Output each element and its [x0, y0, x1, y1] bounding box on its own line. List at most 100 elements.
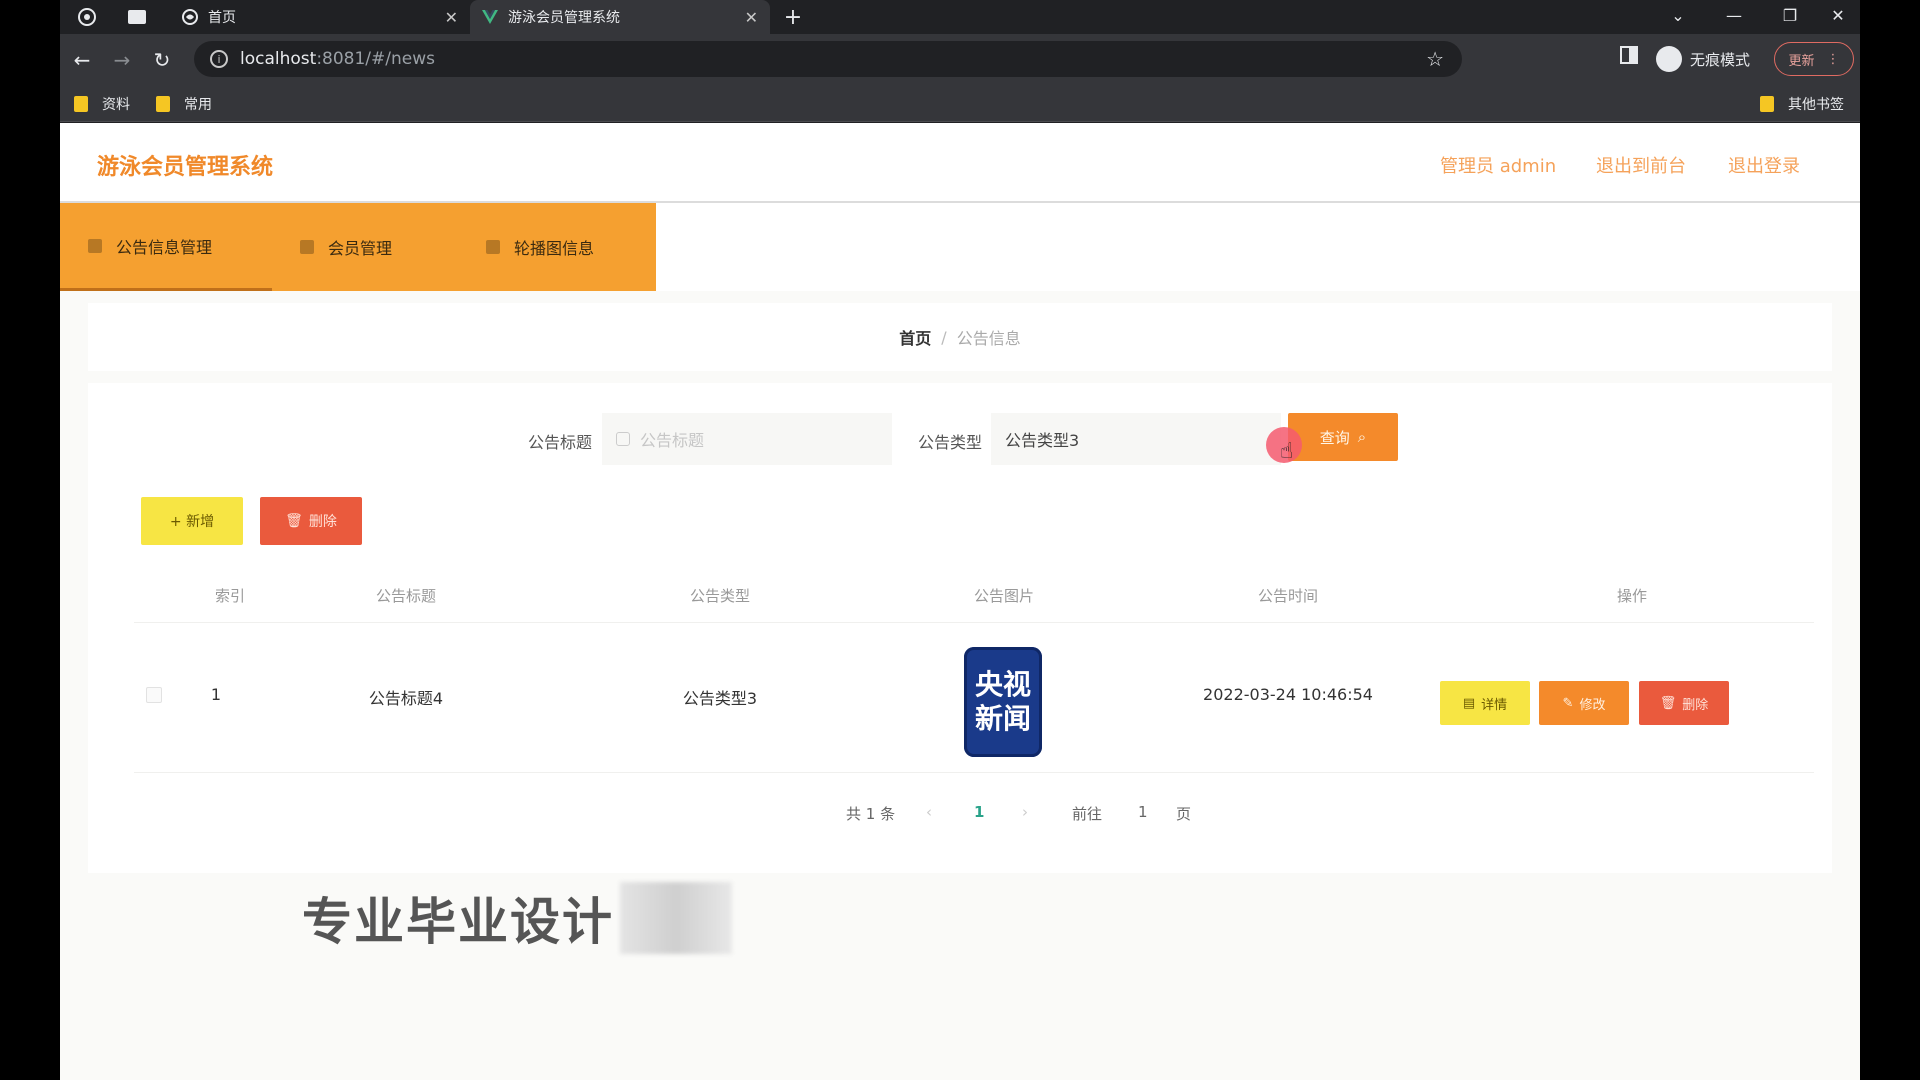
query-button[interactable]: 查询 ⌕	[1288, 413, 1398, 461]
delete-label: 删除	[1682, 697, 1709, 713]
trash-icon: 🗑	[285, 513, 303, 529]
restore-icon[interactable]: ❐	[1772, 0, 1808, 30]
other-bookmarks[interactable]: 其他书签	[1760, 94, 1844, 114]
bookmark-label: 其他书签	[1788, 97, 1844, 113]
address-bar[interactable]: i localhost :8081/#/news ☆	[194, 41, 1462, 77]
header-index: 索引	[214, 587, 246, 605]
add-button[interactable]: + 新增	[141, 497, 243, 545]
breadcrumb: 首页 / 公告信息	[88, 303, 1832, 371]
reload-icon[interactable]: ↻	[148, 46, 176, 74]
prev-page-icon[interactable]: ‹	[926, 803, 932, 821]
watermark-text: 专业毕业设计	[302, 893, 614, 951]
carousel-icon	[486, 240, 500, 254]
globe-icon	[182, 9, 198, 25]
window-close-icon[interactable]: ✕	[1820, 0, 1856, 30]
logout-link[interactable]: 退出登录	[1728, 152, 1800, 178]
image-text-line2: 新闻	[974, 702, 1031, 735]
next-page-icon[interactable]: ›	[1022, 803, 1028, 821]
browser-menu-icon[interactable]	[74, 4, 100, 30]
folder-icon	[74, 96, 88, 112]
admin-user-label: 管理员 admin	[1440, 156, 1557, 177]
blurred-region	[620, 882, 732, 954]
pagination: 共 1 条 ‹ 1 › 前往 1 页	[88, 803, 1832, 833]
tab-label: 首页	[208, 10, 236, 26]
tab-app[interactable]: 游泳会员管理系统 ✕	[470, 0, 770, 34]
tab-home[interactable]: 首页 ✕	[170, 0, 470, 34]
pagination-current[interactable]: 1	[974, 803, 984, 821]
minimize-icon[interactable]: —	[1716, 0, 1752, 30]
pencil-icon: ✎	[1562, 695, 1574, 711]
tab-strip: 首页 ✕ 游泳会员管理系统 ✕ + ⌄ — ❐ ✕	[60, 0, 1860, 34]
bookmark-folder[interactable]: 常用	[156, 94, 212, 114]
bookmark-label: 常用	[184, 97, 212, 113]
cell-title: 公告标题4	[368, 689, 444, 708]
search-type-input[interactable]: 公告类型3	[991, 413, 1281, 465]
browser-window: 首页 ✕ 游泳会员管理系统 ✕ + ⌄ — ❐ ✕ ← → ↻ i localh…	[60, 0, 1860, 1080]
search-type-label: 公告类型	[918, 433, 983, 452]
tab-search-icon[interactable]	[124, 4, 150, 30]
forward-arrow-icon[interactable]: →	[108, 46, 136, 74]
url-path: :8081/#/news	[316, 49, 435, 69]
main-card: 公告标题 公告标题 公告类型 公告类型3 查询 ⌕ ☝ + 新增 🗑 删除 索引…	[88, 383, 1832, 873]
header-ops: 操作	[1616, 587, 1648, 605]
table-header: 索引 公告标题 公告类型 公告图片 公告时间 操作	[134, 567, 1814, 623]
app-title: 游泳会员管理系统	[97, 155, 274, 180]
main-nav: 公告信息管理 会员管理 轮播图信息	[60, 203, 656, 291]
detail-label: 详情	[1481, 697, 1508, 713]
edit-label: 修改	[1579, 697, 1606, 713]
search-title-placeholder: 公告标题	[640, 431, 705, 450]
text-field-icon	[616, 432, 630, 446]
page-suffix: 页	[1176, 805, 1192, 823]
cell-index: 1	[210, 685, 222, 704]
incognito-indicator[interactable]: 无痕模式	[1656, 46, 1750, 72]
folder-icon	[156, 96, 170, 112]
back-to-front-link[interactable]: 退出到前台	[1596, 152, 1686, 178]
update-button[interactable]: 更新 ⋮	[1774, 42, 1854, 76]
delete-button[interactable]: 🗑 删除	[1639, 681, 1729, 725]
vue-logo-icon	[482, 9, 498, 25]
close-icon[interactable]: ✕	[445, 8, 458, 27]
header-type: 公告类型	[689, 587, 751, 605]
bookmark-star-icon[interactable]: ☆	[1426, 47, 1444, 71]
pagination-total: 共 1 条	[846, 805, 896, 823]
update-label: 更新	[1788, 53, 1815, 69]
breadcrumb-current: 公告信息	[956, 329, 1021, 348]
nav-item-carousel[interactable]: 轮播图信息	[486, 203, 594, 291]
header-image: 公告图片	[973, 587, 1035, 605]
detail-button[interactable]: ▤ 详情	[1440, 681, 1530, 725]
incognito-icon	[1656, 46, 1682, 72]
folder-icon	[1760, 96, 1774, 112]
search-title-label: 公告标题	[528, 433, 593, 452]
document-icon: ▤	[1462, 695, 1476, 711]
bookmarks-bar: 资料 常用 其他书签	[60, 86, 1860, 122]
incognito-label: 无痕模式	[1690, 50, 1751, 69]
search-icon: ⌕	[1357, 428, 1367, 446]
bookmark-label: 资料	[102, 97, 130, 113]
goto-input[interactable]: 1	[1138, 803, 1148, 821]
content-area: 首页 / 公告信息 公告标题 公告标题 公告类型 公告类型3 查询 ⌕ ☝ + …	[60, 291, 1860, 1080]
search-title-input[interactable]: 公告标题	[602, 413, 892, 465]
edit-button[interactable]: ✎ 修改	[1539, 681, 1629, 725]
side-panel-icon[interactable]	[1620, 46, 1638, 64]
cell-time: 2022-03-24 10:46:54	[1203, 685, 1373, 704]
table-row: 1 公告标题4 公告类型3 央视 新闻 2022-03-24 10:46:54 …	[134, 623, 1814, 773]
tab-list-chevron-icon[interactable]: ⌄	[1660, 0, 1696, 30]
search-type-value: 公告类型3	[1005, 431, 1080, 450]
members-icon	[300, 240, 314, 254]
nav-item-members[interactable]: 会员管理	[300, 203, 392, 291]
url-host: localhost	[240, 49, 317, 69]
row-checkbox[interactable]	[146, 687, 162, 703]
bulk-delete-button[interactable]: 🗑 删除	[260, 497, 362, 545]
image-text-line1: 央视	[974, 668, 1031, 702]
new-tab-icon[interactable]: +	[780, 4, 806, 30]
back-arrow-icon[interactable]: ←	[68, 46, 96, 74]
nav-item-notice[interactable]: 公告信息管理	[60, 203, 272, 291]
cell-type: 公告类型3	[682, 689, 758, 708]
close-icon[interactable]: ✕	[745, 8, 758, 27]
bookmark-folder[interactable]: 资料	[74, 94, 130, 114]
nav-label: 轮播图信息	[514, 239, 595, 258]
notice-image: 央视 新闻	[964, 647, 1042, 757]
breadcrumb-home[interactable]: 首页	[899, 325, 931, 349]
trash-icon: 🗑	[1659, 695, 1677, 711]
info-icon[interactable]: i	[210, 50, 228, 68]
